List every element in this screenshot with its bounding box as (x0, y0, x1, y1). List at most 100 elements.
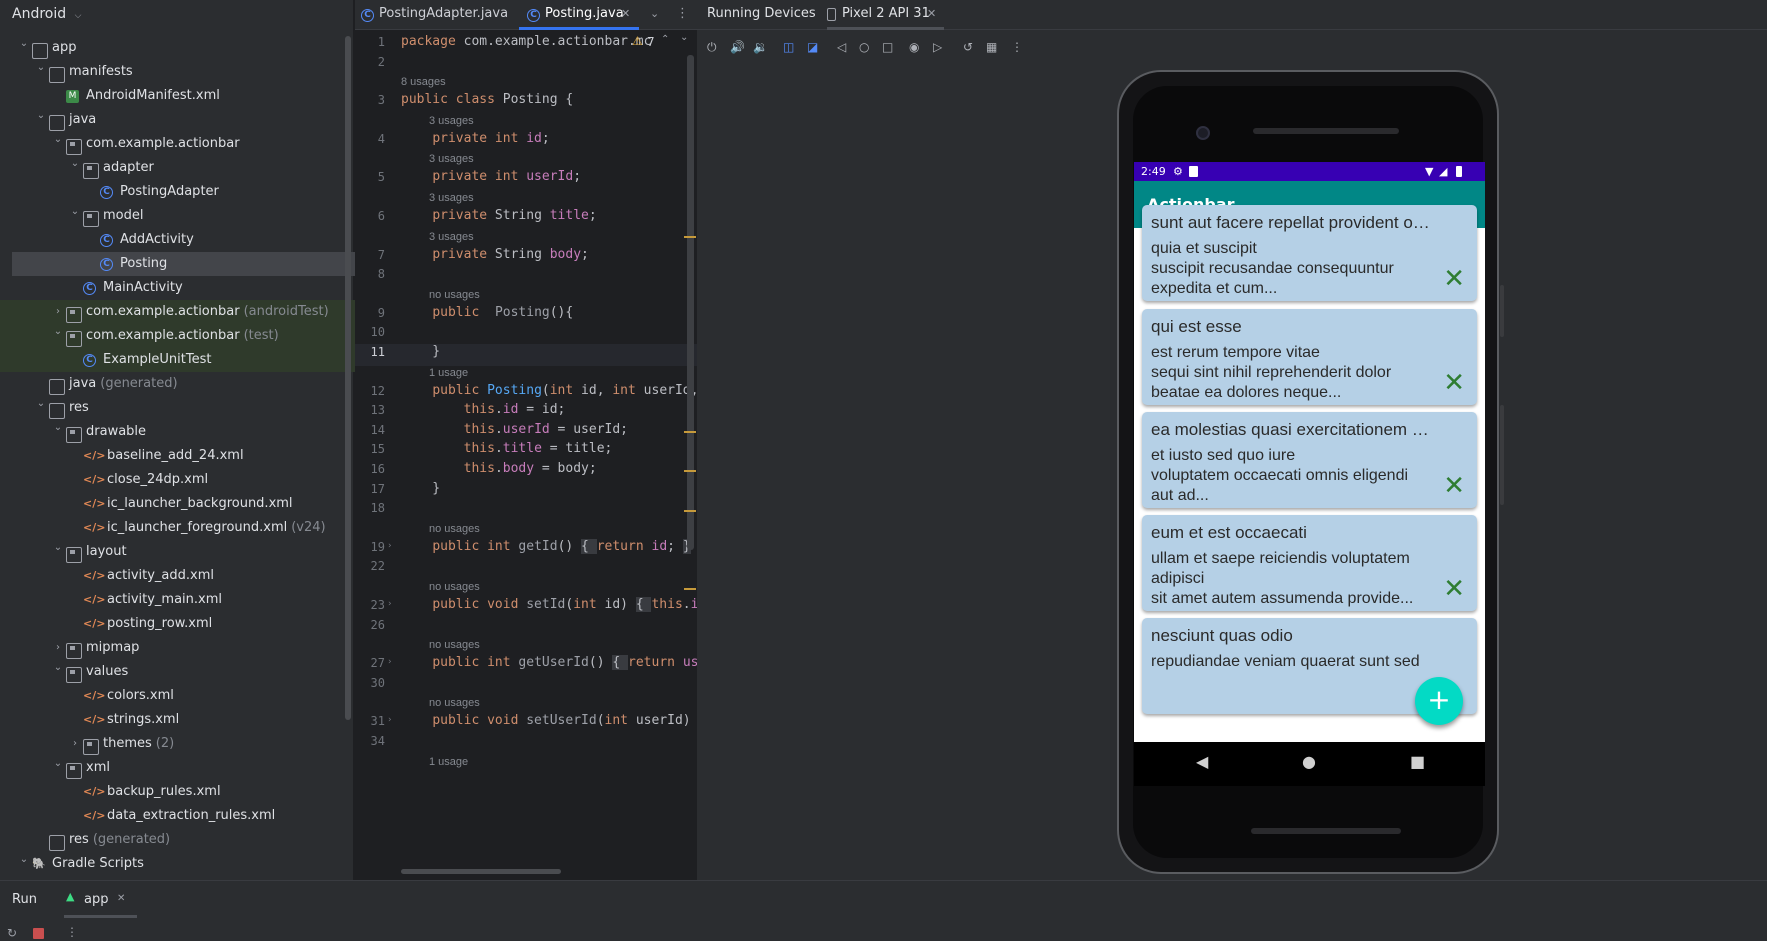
tree-item[interactable]: C MainActivity (0, 276, 390, 300)
tree-item[interactable]: ⌄ com.example.actionbar (0, 132, 390, 156)
tree-item[interactable]: C ExampleUnitTest (0, 348, 390, 372)
tree-item[interactable]: ⌄ model (0, 204, 390, 228)
more-icon[interactable]: ⋮ (676, 0, 689, 30)
tree-item[interactable]: ⌄ xml (0, 756, 390, 780)
code-line[interactable]: private int userId; (401, 169, 581, 184)
code-line[interactable]: public Posting(int id, int userId, St (401, 383, 722, 398)
code-line[interactable]: package com.example.actionbar.mc (401, 34, 651, 49)
usage-hint[interactable]: no usages (429, 289, 480, 301)
chevron-down-icon[interactable]: ⌄ (52, 320, 64, 344)
home-icon[interactable]: ● (1302, 752, 1316, 771)
posting-card[interactable]: qui est esse est rerum tempore vitae sequ… (1142, 309, 1477, 405)
tree-item[interactable]: </> baseline_add_24.xml (0, 444, 390, 468)
project-scrollbar[interactable] (345, 36, 351, 720)
code-line[interactable]: public class Posting { (401, 92, 573, 107)
reset-icon[interactable]: ↺ (963, 40, 973, 54)
tree-item[interactable]: </> close_24dp.xml (0, 468, 390, 492)
editor-scrollbar[interactable] (687, 55, 694, 550)
tree-item[interactable]: ⌄ manifests (0, 60, 390, 84)
tree-item[interactable]: M AndroidManifest.xml (0, 84, 390, 108)
tab-postingadapter[interactable]: C PostingAdapter.java (361, 0, 511, 30)
volume-up-icon[interactable]: 🔊 (730, 40, 745, 54)
code-line[interactable]: this.body = body; (401, 461, 597, 476)
tree-item[interactable]: ⌄ adapter (0, 156, 390, 180)
overview-icon[interactable]: ■ (1410, 752, 1425, 771)
code-line[interactable]: public int getId() { return id; } (401, 538, 691, 554)
delete-icon[interactable]: ✕ (1443, 575, 1465, 601)
tree-item[interactable]: C Posting (12, 252, 387, 276)
warning-marker[interactable] (684, 588, 696, 590)
more-icon[interactable]: ⋮ (1011, 40, 1023, 54)
delete-icon[interactable]: ✕ (1443, 369, 1465, 395)
snapshot-icon[interactable]: ▦ (986, 40, 997, 54)
tab-posting[interactable]: C Posting.java ✕ (527, 0, 657, 30)
usage-hint[interactable]: 3 usages (429, 231, 474, 243)
volume-down-icon[interactable]: 🔉 (753, 40, 768, 54)
chevron-down-icon[interactable]: ⌄ (35, 104, 47, 128)
tree-item[interactable]: </> data_extraction_rules.xml (0, 804, 390, 828)
device-screen[interactable]: 2:49 ⚙ ▼ ◢ Actionbar sunt aut facere rep… (1134, 162, 1485, 742)
tabs-dropdown-icon[interactable]: ⌄ (650, 0, 659, 30)
tree-item[interactable]: </> backup_rules.xml (0, 780, 390, 804)
tree-item[interactable]: ⌄ layout (0, 540, 390, 564)
overview-icon[interactable]: □ (882, 40, 893, 54)
usage-hint[interactable]: 3 usages (429, 115, 474, 127)
usage-hint[interactable]: no usages (429, 697, 480, 709)
more-icon[interactable]: ⋮ (66, 925, 78, 939)
chevron-down-icon[interactable]: ⌄ (52, 656, 64, 680)
warning-marker[interactable] (684, 510, 696, 512)
warning-marker[interactable] (684, 431, 696, 433)
close-icon[interactable]: ✕ (621, 0, 630, 28)
usage-hint[interactable]: 3 usages (429, 192, 474, 204)
screen-record-icon[interactable]: ▷ (933, 40, 942, 54)
posting-card[interactable]: eum et est occaecati ullam et saepe reici… (1142, 515, 1477, 611)
code-line[interactable]: this.userId = userId; (401, 422, 628, 437)
tree-item[interactable]: </> activity_add.xml (0, 564, 390, 588)
usage-hint[interactable]: 8 usages (401, 76, 446, 88)
back-icon[interactable]: ◀ (1196, 752, 1208, 771)
code-line[interactable]: this.title = title; (401, 441, 613, 456)
close-icon[interactable]: ✕ (117, 893, 125, 904)
chevron-down-icon[interactable]: ⌄ (69, 152, 81, 176)
usage-hint[interactable]: no usages (429, 523, 480, 535)
rerun-icon[interactable]: ↻ (7, 926, 17, 940)
chevron-right-icon[interactable]: › (69, 732, 81, 756)
code-line[interactable]: this.id = id; (401, 402, 566, 417)
fold-icon[interactable]: › (388, 599, 392, 609)
project-view-selector[interactable]: Android ⌵ (0, 0, 353, 30)
chevron-down-icon[interactable]: ⌄ (52, 752, 64, 776)
tab-device[interactable]: Pixel 2 API 31 ✕ (827, 0, 944, 30)
code-line[interactable]: public void setUserId(int userId) { th (401, 713, 730, 729)
rotate-right-icon[interactable]: ◪ (807, 40, 818, 54)
close-icon[interactable]: ✕ (927, 7, 936, 20)
tree-item[interactable]: </> strings.xml (0, 708, 390, 732)
chevron-down-icon[interactable]: ⌄ (680, 32, 688, 43)
tree-item[interactable]: </> ic_launcher_background.xml (0, 492, 390, 516)
tree-item[interactable]: java (generated) (0, 372, 390, 396)
chevron-down-icon[interactable]: ⌄ (35, 392, 47, 416)
delete-icon[interactable]: ✕ (1443, 265, 1465, 291)
usage-hint[interactable]: 1 usage (429, 367, 468, 379)
delete-icon[interactable]: ✕ (1443, 472, 1465, 498)
chevron-down-icon[interactable]: ⌄ (52, 536, 64, 560)
editor-hscrollbar[interactable] (401, 869, 561, 874)
tree-item[interactable]: C AddActivity (0, 228, 390, 252)
usage-hint[interactable]: no usages (429, 639, 480, 651)
chevron-down-icon[interactable]: ⌄ (52, 128, 64, 152)
add-post-button[interactable]: + (1415, 677, 1463, 725)
code-line[interactable]: private String title; (401, 208, 596, 223)
warning-icon[interactable]: ⚠ (632, 34, 643, 48)
tab-run-app[interactable]: ▲ app ✕ (64, 881, 139, 918)
tree-item[interactable]: </> colors.xml (0, 684, 390, 708)
tree-item[interactable]: </> posting_row.xml (0, 612, 390, 636)
tree-item[interactable]: C PostingAdapter (0, 180, 390, 204)
code-line[interactable]: public void setId(int id) { this.id = (401, 597, 722, 612)
usage-hint[interactable]: no usages (429, 581, 480, 593)
code-line[interactable]: } (401, 481, 440, 496)
tree-item[interactable]: ⌄ app (0, 36, 390, 60)
warning-marker[interactable] (684, 470, 696, 472)
code-line[interactable]: private int id; (401, 131, 549, 146)
fold-icon[interactable]: › (388, 657, 392, 667)
chevron-down-icon[interactable]: ⌄ (18, 32, 30, 56)
tree-item[interactable]: ⌄ 🐘 Gradle Scripts (0, 852, 390, 876)
